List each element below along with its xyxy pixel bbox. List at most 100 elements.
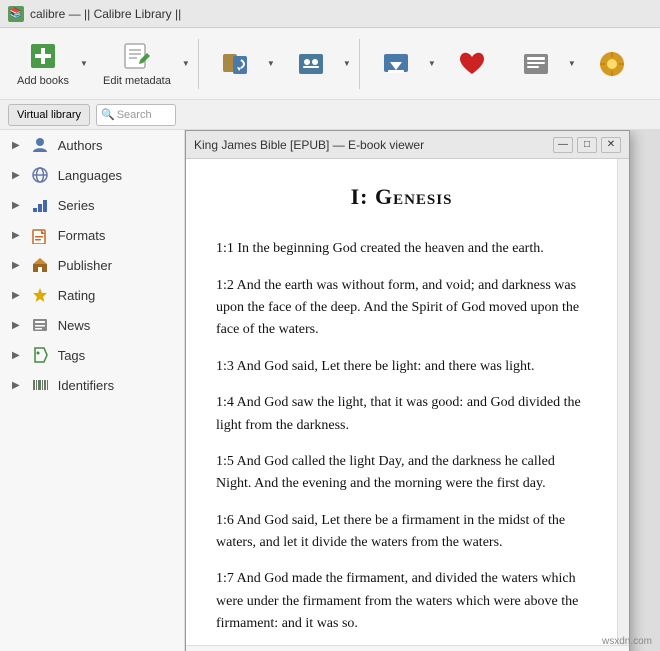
verse-2-text: And the earth was without form, and void… <box>216 278 579 338</box>
edit-metadata-arrow[interactable]: ▼ <box>180 34 192 94</box>
sidebar-authors-label: Authors <box>58 138 103 153</box>
series-expand-arrow: ▶ <box>12 200 20 211</box>
verse-3: 1:3 And God said, Let there be light: an… <box>216 356 587 378</box>
get-books-arrow[interactable]: ▼ <box>426 34 438 94</box>
ebook-scrollbar[interactable] <box>617 159 629 645</box>
verse-6: 1:6 And God said, Let there be a firmame… <box>216 510 587 555</box>
search-bar: Virtual library 🔍 Search <box>0 100 660 130</box>
identifiers-icon <box>30 375 50 395</box>
app-icon: 📚 <box>8 6 24 22</box>
ebook-content[interactable]: I: Genesis 1:1 In the beginning God crea… <box>186 159 617 645</box>
sidebar-item-news[interactable]: ▶ News <box>0 310 184 340</box>
rating-icon <box>30 285 50 305</box>
verse-5-text: And God called the light Day, and the da… <box>216 454 555 491</box>
formats-expand-arrow: ▶ <box>12 230 20 241</box>
content-pane: King James Bible [EPUB] — E-book viewer … <box>185 130 660 651</box>
ebook-title-bar[interactable]: King James Bible [EPUB] — E-book viewer … <box>186 131 629 159</box>
publisher-icon <box>30 255 50 275</box>
publisher-expand-arrow: ▶ <box>12 260 20 271</box>
ebook-footer: 0% <box>186 645 629 651</box>
sidebar-item-rating[interactable]: ▶ Rating <box>0 280 184 310</box>
sidebar: ▶ Authors ▶ Lang <box>0 130 185 651</box>
verse-2-ref: 1:2 <box>216 278 237 293</box>
verse-1-text: In the beginning God created the heaven … <box>237 241 543 256</box>
preferences-icon <box>596 48 628 80</box>
tags-icon <box>30 345 50 365</box>
news-icon <box>520 48 552 80</box>
verse-5: 1:5 And God called the light Day, and th… <box>216 451 587 496</box>
sidebar-item-authors[interactable]: ▶ Authors <box>0 130 184 160</box>
convert-icon <box>219 48 251 80</box>
add-books-icon <box>27 40 59 72</box>
tags-expand-arrow: ▶ <box>12 350 20 361</box>
sidebar-item-languages[interactable]: ▶ Languages <box>0 160 184 190</box>
window-controls: — □ ✕ <box>553 137 621 153</box>
sidebar-tags-label: Tags <box>58 348 85 363</box>
verse-7: 1:7 And God made the firmament, and divi… <box>216 568 587 635</box>
verse-1: 1:1 In the beginning God created the hea… <box>216 238 587 260</box>
verse-7-ref: 1:7 <box>216 571 237 586</box>
sidebar-item-tags[interactable]: ▶ Tags <box>0 340 184 370</box>
sidebar-item-publisher[interactable]: ▶ Publisher <box>0 250 184 280</box>
verse-6-ref: 1:6 <box>216 513 237 528</box>
verse-1-ref: 1:1 <box>216 241 237 256</box>
ebook-title: King James Bible [EPUB] — E-book viewer <box>194 138 553 152</box>
sidebar-rating-label: Rating <box>58 288 96 303</box>
search-input-container[interactable]: 🔍 Search <box>96 104 176 126</box>
authors-expand-arrow: ▶ <box>12 140 20 151</box>
app-title-bar: 📚 calibre — || Calibre Library || <box>0 0 660 28</box>
convert-button[interactable] <box>205 34 265 94</box>
verse-3-ref: 1:3 <box>216 359 237 374</box>
news-button[interactable] <box>506 34 566 94</box>
close-button[interactable]: ✕ <box>601 137 621 153</box>
view-icon <box>295 48 327 80</box>
preferences-button[interactable] <box>582 34 642 94</box>
maximize-button[interactable]: □ <box>577 137 597 153</box>
edit-metadata-icon <box>121 40 153 72</box>
chapter-title: I: Genesis <box>216 179 587 214</box>
add-books-label: Add books <box>17 75 69 87</box>
verse-3-text: And God said, Let there be light: and th… <box>237 359 535 374</box>
add-books-button[interactable]: Add books <box>8 34 78 94</box>
sidebar-identifiers-label: Identifiers <box>58 378 114 393</box>
main-area: ▶ Authors ▶ Lang <box>0 130 660 651</box>
get-books-icon <box>380 48 412 80</box>
verse-6-text: And God said, Let there be a firmament i… <box>216 513 565 550</box>
verse-4-ref: 1:4 <box>216 395 237 410</box>
sidebar-item-formats[interactable]: ▶ Formats <box>0 220 184 250</box>
edit-metadata-button[interactable]: Edit metadata <box>94 34 180 94</box>
sidebar-languages-label: Languages <box>58 168 122 183</box>
ebook-viewer-window: King James Bible [EPUB] — E-book viewer … <box>185 130 630 651</box>
donate-button[interactable] <box>442 34 502 94</box>
formats-icon <box>30 225 50 245</box>
verse-5-ref: 1:5 <box>216 454 237 469</box>
watermark: wsxdn.com <box>602 636 652 647</box>
convert-arrow[interactable]: ▼ <box>265 34 277 94</box>
sidebar-series-label: Series <box>58 198 95 213</box>
sidebar-content: ▶ Authors ▶ Lang <box>0 130 184 400</box>
rating-expand-arrow: ▶ <box>12 290 20 301</box>
verse-2: 1:2 And the earth was without form, and … <box>216 275 587 342</box>
get-books-button[interactable] <box>366 34 426 94</box>
languages-icon <box>30 165 50 185</box>
news-sidebar-icon <box>30 315 50 335</box>
virtual-library-button[interactable]: Virtual library <box>8 104 90 126</box>
add-books-arrow[interactable]: ▼ <box>78 34 90 94</box>
sidebar-publisher-label: Publisher <box>58 258 112 273</box>
sidebar-item-identifiers[interactable]: ▶ Identifiers <box>0 370 184 400</box>
search-icon: 🔍 <box>101 108 115 121</box>
languages-expand-arrow: ▶ <box>12 170 20 181</box>
news-expand-arrow: ▶ <box>12 320 20 331</box>
verse-4: 1:4 And God saw the light, that it was g… <box>216 392 587 437</box>
view-arrow[interactable]: ▼ <box>341 34 353 94</box>
search-placeholder: Search <box>117 109 152 121</box>
sidebar-item-series[interactable]: ▶ Series <box>0 190 184 220</box>
identifiers-expand-arrow: ▶ <box>12 380 20 391</box>
view-button[interactable] <box>281 34 341 94</box>
news-arrow[interactable]: ▼ <box>566 34 578 94</box>
minimize-button[interactable]: — <box>553 137 573 153</box>
sidebar-news-label: News <box>58 318 91 333</box>
verse-7-text: And God made the firmament, and divided … <box>216 571 578 631</box>
series-icon <box>30 195 50 215</box>
edit-metadata-label: Edit metadata <box>103 75 171 87</box>
